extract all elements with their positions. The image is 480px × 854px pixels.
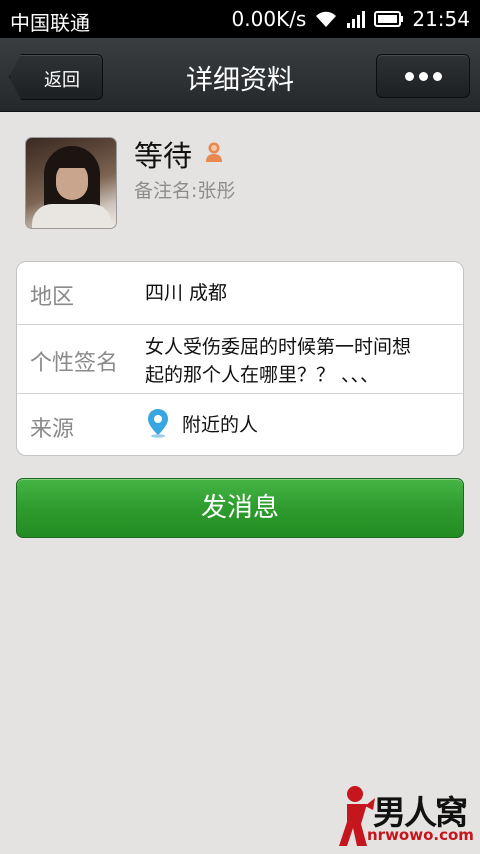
- source-label: 来源: [30, 417, 75, 442]
- source-row: 来源 附近的人: [17, 393, 463, 456]
- send-message-button[interactable]: 发消息: [16, 478, 464, 538]
- details-card: 地区 四川 成都 个性签名 女人受伤委屈的时候第一时间想 起的那个人在哪里？？ …: [16, 261, 464, 456]
- status-bar: 中国联通 0.00K/s 21:54: [0, 0, 480, 38]
- watermark-logo: 男人窝 nrwowo.com: [337, 784, 477, 850]
- network-speed: 0.00K/s: [231, 7, 307, 31]
- more-button[interactable]: [376, 54, 470, 98]
- watermark-url: nrwowo.com: [367, 826, 474, 844]
- signature-label: 个性签名: [30, 351, 119, 376]
- signature-line-1: 女人受伤委屈的时候第一时间想: [145, 336, 412, 358]
- avatar[interactable]: [25, 137, 117, 229]
- female-user-icon: [204, 141, 224, 167]
- signal-icon: [346, 9, 366, 29]
- signature-value: 女人受伤委屈的时候第一时间想 起的那个人在哪里？？ 、、、: [145, 333, 411, 389]
- status-right: 0.00K/s 21:54: [232, 7, 470, 31]
- battery-icon: [374, 10, 404, 28]
- region-value: 四川 成都: [145, 282, 228, 304]
- location-pin-icon: [147, 408, 169, 442]
- signature-line-2: 起的那个人在哪里？？ 、、、: [145, 364, 380, 386]
- remark-name: 备注名:张彤: [134, 180, 236, 202]
- more-dots-icon: [404, 71, 442, 81]
- source-value: 附近的人: [182, 414, 259, 436]
- wifi-icon: [314, 9, 338, 29]
- clock: 21:54: [412, 7, 470, 31]
- carrier-name: 中国联通: [10, 11, 90, 35]
- nickname: 等待: [134, 139, 193, 173]
- region-row: 地区 四川 成都: [17, 262, 463, 324]
- region-label: 地区: [30, 285, 75, 310]
- title-bar: 返回 详细资料: [0, 38, 480, 112]
- signature-row: 个性签名 女人受伤委屈的时候第一时间想 起的那个人在哪里？？ 、、、: [17, 324, 463, 394]
